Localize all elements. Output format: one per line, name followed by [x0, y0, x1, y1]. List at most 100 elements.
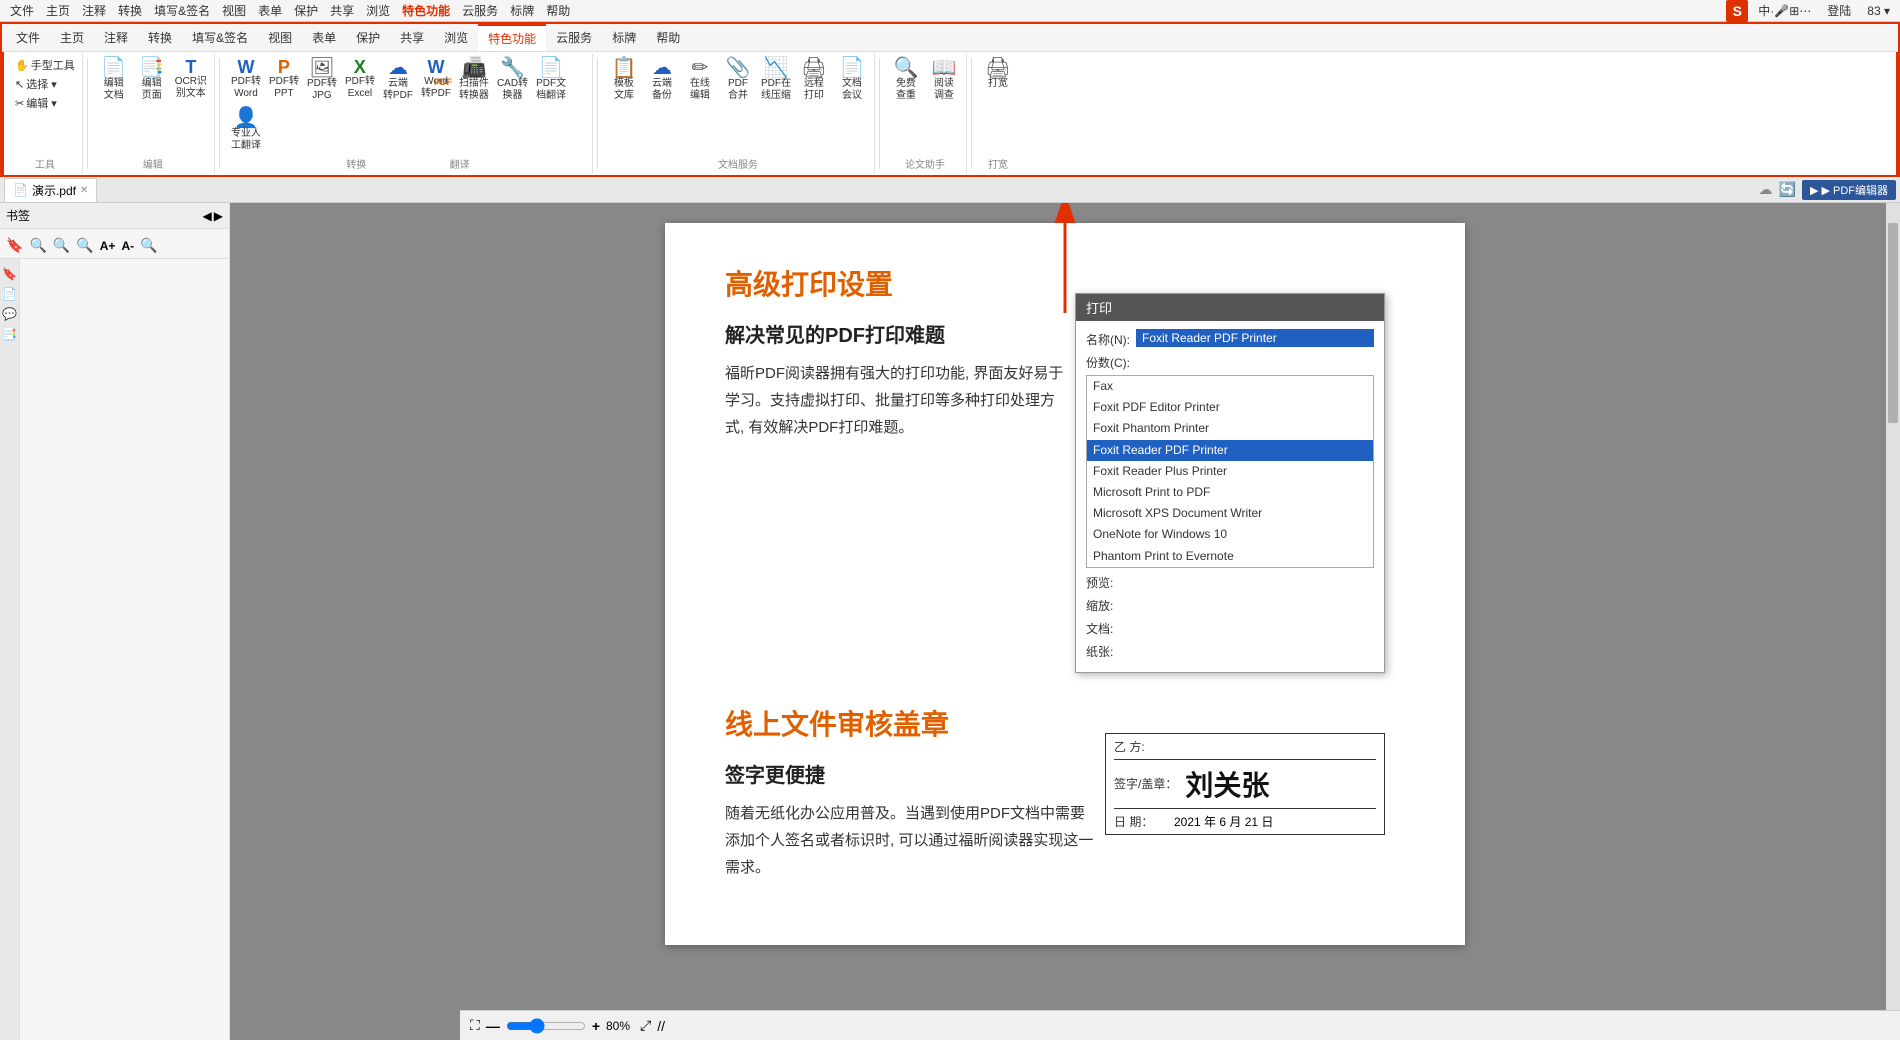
- cloud-backup-btn[interactable]: ☁ 云端备份: [644, 56, 680, 104]
- edit-doc-btn[interactable]: 📄 编辑文档: [96, 56, 132, 104]
- menu-convert[interactable]: 转换: [112, 0, 148, 21]
- printer-phantom-evernote[interactable]: Phantom Print to Evernote: [1087, 546, 1373, 567]
- tab-browse[interactable]: 浏览: [434, 25, 478, 50]
- reading-survey-btn[interactable]: 📖 阅读调查: [926, 56, 962, 104]
- tab-convert[interactable]: 转换: [138, 25, 182, 50]
- menu-file[interactable]: 文件: [4, 0, 40, 21]
- printer-fax[interactable]: Fax: [1087, 376, 1373, 397]
- fullscreen-icon[interactable]: ⤢: [640, 1017, 651, 1034]
- tab-billboard[interactable]: 标牌: [602, 25, 646, 50]
- menu-sign[interactable]: 填写&签名: [148, 0, 216, 21]
- menu-help[interactable]: 帮助: [540, 0, 576, 21]
- sidebar-tool-5[interactable]: A-: [119, 237, 136, 255]
- sidebar-tool-1[interactable]: 🔍: [27, 235, 48, 256]
- edit-page-btn[interactable]: 📑 编辑页面: [134, 56, 170, 104]
- login-btn[interactable]: 登陆: [1821, 0, 1857, 21]
- tab-comment[interactable]: 注释: [94, 25, 138, 50]
- tab-view[interactable]: 视图: [258, 25, 302, 50]
- scrollbar[interactable]: [1886, 203, 1900, 1040]
- printer-ms-xps[interactable]: Microsoft XPS Document Writer: [1087, 503, 1373, 524]
- human-translate-btn[interactable]: 👤 专业人工翻译: [228, 106, 264, 154]
- scan-convert-btn[interactable]: 📠 扫描件转换器: [456, 56, 492, 104]
- tab-sign[interactable]: 填写&签名: [182, 25, 258, 50]
- strip-icon-0[interactable]: 🔖: [2, 267, 17, 281]
- sidebar-tool-0[interactable]: 🔖: [4, 235, 25, 256]
- online-compress-btn[interactable]: 📉 PDF在线压缩: [758, 56, 794, 104]
- doc-meeting-btn[interactable]: 📄 文档会议: [834, 56, 870, 104]
- cad-convert-btn[interactable]: 🔧 CAD转换器: [494, 56, 531, 104]
- file-tab-name: 演示.pdf: [32, 182, 76, 199]
- pdf-merge-btn[interactable]: 📎 PDF合并: [720, 56, 756, 104]
- template-lib-btn[interactable]: 📋 模板文库: [606, 56, 642, 104]
- menu-comment[interactable]: 注释: [76, 0, 112, 21]
- sidebar-tool-2[interactable]: 🔍: [51, 235, 72, 256]
- sidebar-tool-3[interactable]: 🔍: [74, 235, 95, 256]
- file-tab-close[interactable]: ✕: [80, 185, 88, 196]
- edit-label: 编辑 ▾: [26, 95, 57, 111]
- tab-form[interactable]: 表单: [302, 25, 346, 50]
- sidebar-nav-prev[interactable]: ◀: [203, 209, 212, 223]
- pdf-scroll-area[interactable]: 高级打印设置 解决常见的PDF打印难题 福昕PDF阅读器拥有强大的打印功能, 界…: [230, 203, 1900, 1040]
- tab-help[interactable]: 帮助: [646, 25, 690, 50]
- fit-icon[interactable]: ⛶: [470, 1017, 480, 1034]
- menu-special[interactable]: 特色功能: [396, 0, 456, 21]
- sidebar-tool-4[interactable]: A+: [98, 237, 118, 255]
- printer-foxit-editor[interactable]: Foxit PDF Editor Printer: [1087, 397, 1373, 418]
- scrollbar-thumb[interactable]: [1888, 223, 1898, 423]
- edit-btn[interactable]: ✂ 编辑 ▾: [12, 94, 78, 112]
- sidebar-tool-6[interactable]: 🔍: [138, 235, 159, 256]
- remote-print-icon: 🖨: [801, 58, 826, 78]
- print-list[interactable]: Fax Foxit PDF Editor Printer Foxit Phant…: [1086, 375, 1374, 568]
- printer-foxit-plus[interactable]: Foxit Reader Plus Printer: [1087, 461, 1373, 482]
- pdf-editor-btn[interactable]: ▶ ▶ PDF编辑器: [1802, 180, 1896, 200]
- printer-onenote[interactable]: OneNote for Windows 10: [1087, 524, 1373, 545]
- print-wide-btn[interactable]: 🖨 打宽: [980, 56, 1016, 92]
- tab-protect[interactable]: 保护: [346, 25, 390, 50]
- printer-foxit-phantom[interactable]: Foxit Phantom Printer: [1087, 418, 1373, 439]
- strip-icon-2[interactable]: 💬: [2, 307, 17, 321]
- menu-billboard[interactable]: 标牌: [504, 0, 540, 21]
- file-tab[interactable]: 📄 演示.pdf ✕: [4, 178, 97, 202]
- pdf-to-ppt-btn[interactable]: P PDF转PPT: [266, 56, 302, 102]
- zoom-minus[interactable]: —: [486, 1018, 500, 1034]
- menu-cloud[interactable]: 云服务: [456, 0, 504, 21]
- ocr-btn[interactable]: T OCR识别文本: [172, 56, 210, 102]
- tab-cloud[interactable]: 云服务: [546, 25, 602, 50]
- menu-form[interactable]: 表单: [252, 0, 288, 21]
- tab-special[interactable]: 特色功能: [478, 24, 546, 51]
- select-btn[interactable]: ↖ 选择 ▾: [12, 75, 78, 93]
- printer-foxit-reader[interactable]: Foxit Reader PDF Printer: [1087, 440, 1373, 461]
- remote-print-btn[interactable]: 🖨 远程打印: [796, 56, 832, 104]
- cloud-convert-btn[interactable]: ☁ 云端转PDF: [380, 56, 416, 104]
- tab-file[interactable]: 文件: [6, 25, 50, 50]
- print-zoom-label: 缩放:: [1086, 595, 1136, 614]
- divider2: [219, 58, 220, 169]
- word-icon: W: [237, 58, 254, 76]
- hand-tool-btn[interactable]: ✋ 手型工具: [12, 56, 78, 74]
- menu-browse[interactable]: 浏览: [360, 0, 396, 21]
- pdf-to-excel-btn[interactable]: X PDF转Excel: [342, 56, 378, 102]
- menu-share[interactable]: 共享: [324, 0, 360, 21]
- tab-share[interactable]: 共享: [390, 25, 434, 50]
- print-name-value[interactable]: Foxit Reader PDF Printer: [1136, 329, 1374, 347]
- pdf-to-word-btn[interactable]: W PDF转Word: [228, 56, 264, 102]
- pdf-to-jpg-btn[interactable]: 🖼 PDF转JPG: [304, 56, 340, 104]
- tab-home[interactable]: 主页: [50, 25, 94, 50]
- menu-home[interactable]: 主页: [40, 0, 76, 21]
- online-edit-btn[interactable]: ✏ 在线编辑: [682, 56, 718, 104]
- printer-ms-pdf[interactable]: Microsoft Print to PDF: [1087, 482, 1373, 503]
- plagiarism-btn[interactable]: 🔍 免费查重: [888, 56, 924, 104]
- strip-icon-3[interactable]: 📑: [2, 327, 17, 341]
- pdf-translate-btn[interactable]: 📄 PDF文档翻译: [533, 56, 569, 104]
- zoom-level[interactable]: 83 ▾: [1861, 2, 1896, 20]
- zoom-plus[interactable]: +: [592, 1018, 600, 1034]
- zoom-slider[interactable]: [506, 1018, 586, 1034]
- strip-icon-1[interactable]: 📄: [2, 287, 17, 301]
- pdf-merge-icon: 📎: [725, 58, 750, 78]
- ribbon-content: ✋ 手型工具 ↖ 选择 ▾ ✂ 编辑 ▾ 工具: [2, 52, 1898, 177]
- menu-protect[interactable]: 保护: [288, 0, 324, 21]
- sidebar-nav-next[interactable]: ▶: [214, 209, 223, 223]
- logo-text: 中·🎤⊞⋯: [1752, 0, 1817, 21]
- menu-view[interactable]: 视图: [216, 0, 252, 21]
- word-to-pdf-btn[interactable]: W Word转PDF PDF: [418, 56, 454, 102]
